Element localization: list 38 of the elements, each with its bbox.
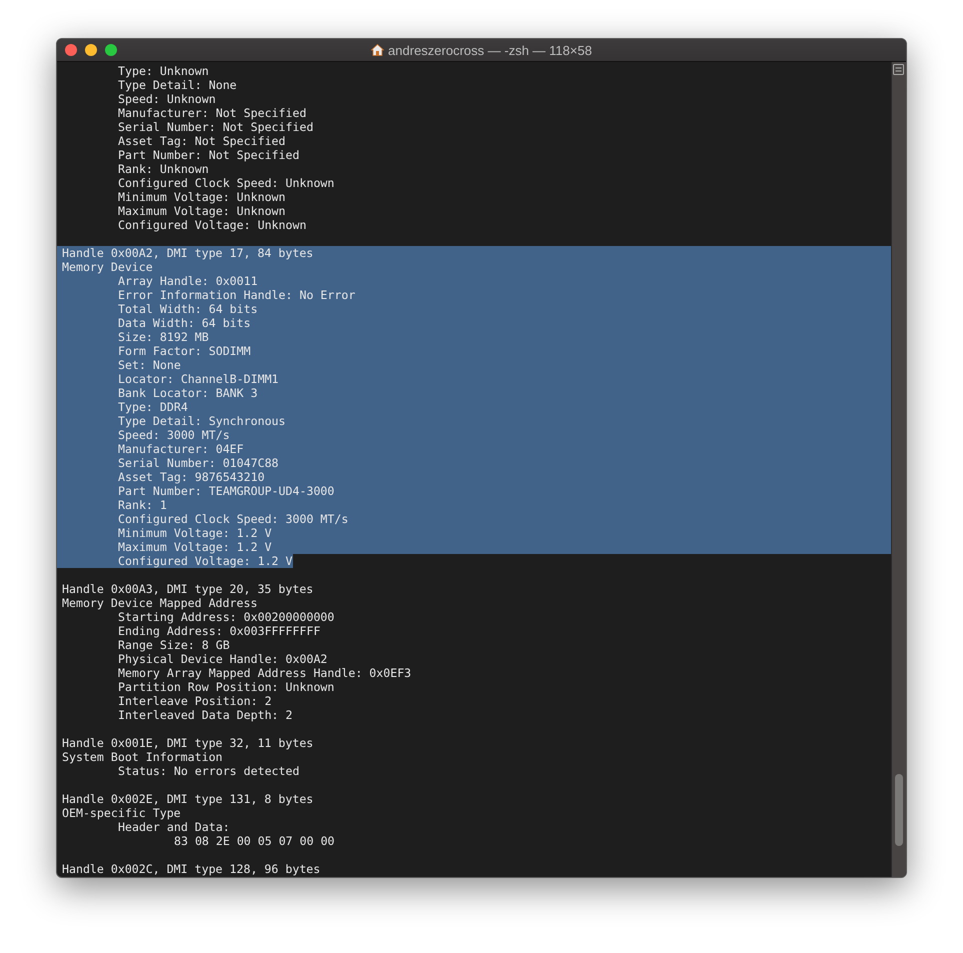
terminal-line: Interleave Position: 2 [117,694,273,708]
zoom-button[interactable] [105,44,117,56]
terminal-line: Starting Address: 0x00200000000 [117,610,336,624]
terminal-line: Partition Row Position: Unknown [117,680,336,694]
terminal-line: Configured Clock Speed: Unknown [117,176,336,190]
terminal-line: Handle 0x002E, DMI type 131, 8 bytes [61,792,314,806]
house-icon [371,44,384,56]
terminal-line: Header and Data: [117,820,231,834]
terminal-line: Handle 0x002C, DMI type 128, 96 bytes [61,862,322,876]
terminal-line: Asset Tag: Not Specified [117,134,287,148]
scrollbar-thumb[interactable] [895,774,903,846]
terminal-line: Maximum Voltage: Unknown [117,204,287,218]
terminal-line: Handle 0x001E, DMI type 32, 11 bytes [61,736,314,750]
terminal-line: Rank: Unknown [117,162,210,176]
scrollbar[interactable] [891,62,906,877]
terminal-line: Range Size: 8 GB [117,638,231,652]
terminal-line: Minimum Voltage: Unknown [117,190,287,204]
terminal-line: Part Number: Not Specified [117,148,300,162]
terminal-line: 83 08 2E 00 05 07 00 00 [173,834,336,848]
split-pane-icon[interactable] [893,64,904,75]
terminal-line: Type Detail: None [117,78,238,92]
terminal-line: Physical Device Handle: 0x00A2 [117,652,328,666]
terminal-line: Manufacturer: Not Specified [117,106,308,120]
terminal-line: OEM-specific Type [61,806,182,820]
terminal-line: Interleaved Data Depth: 2 [117,708,294,722]
terminal-line: Status: No errors detected [117,764,300,778]
minimize-button[interactable] [85,44,97,56]
terminal-line: Handle 0x00A3, DMI type 20, 35 bytes [61,582,314,596]
terminal-line: Ending Address: 0x003FFFFFFFF [117,624,322,638]
terminal-line: Configured Voltage: Unknown [117,218,308,232]
window-title: andreszerocross — -zsh — 118×58 [388,42,592,58]
terminal-line: Speed: Unknown [117,92,217,106]
terminal-line: System Boot Information [61,750,224,764]
terminal-line: Memory Array Mapped Address Handle: 0x0EF3 [117,666,412,680]
terminal-line: Type: Unknown [117,64,210,78]
terminal-line: Memory Device Mapped Address [61,596,258,610]
terminal-line: Serial Number: Not Specified [117,120,314,134]
close-button[interactable] [65,44,77,56]
